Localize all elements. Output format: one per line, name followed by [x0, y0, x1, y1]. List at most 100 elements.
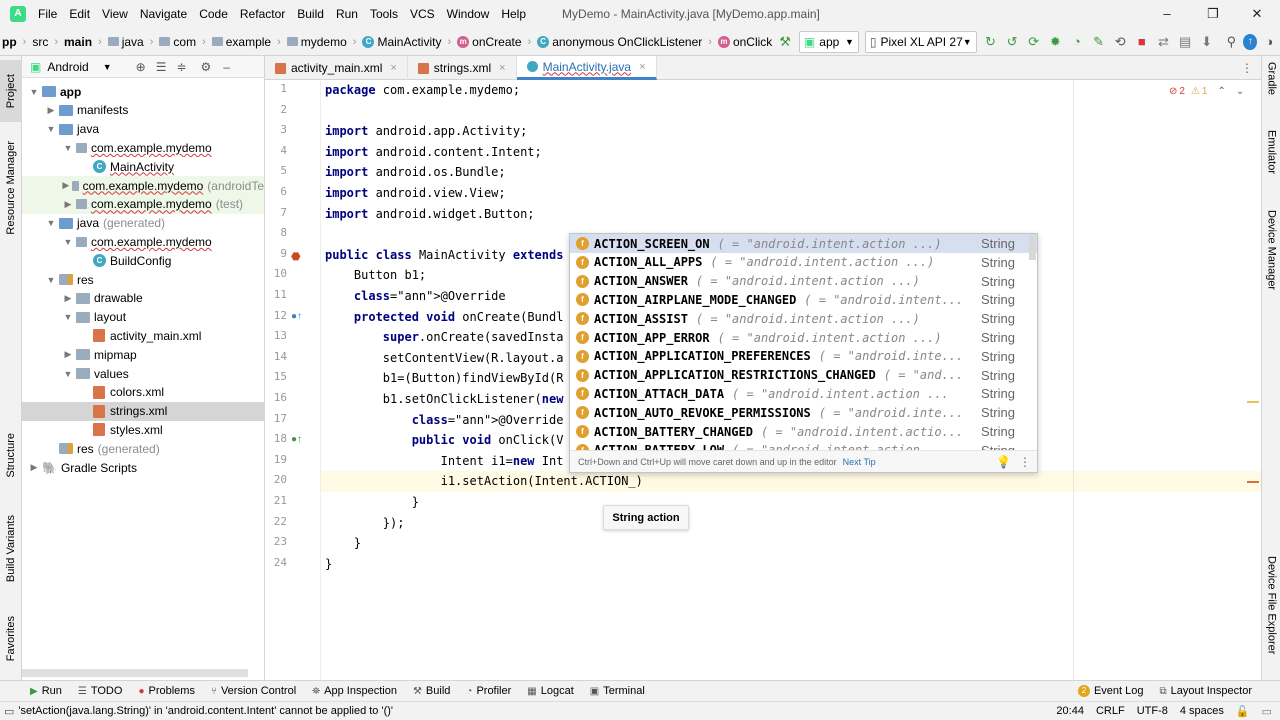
memory-icon[interactable]: ▭	[1262, 705, 1272, 718]
tree-item[interactable]: ▼ com.example.mydemo	[22, 138, 264, 157]
breadcrumb-item[interactable]: m onClick	[716, 35, 774, 49]
tool-event-log[interactable]: 2 Event Log	[1077, 685, 1144, 697]
search-icon[interactable]: ⚲	[1222, 31, 1242, 53]
tree-item[interactable]: ▼ app	[22, 82, 264, 101]
run-config-select[interactable]: ▣ app ▼	[798, 30, 859, 53]
chevron-right-icon[interactable]: ▶	[28, 462, 40, 473]
code-completion-popup[interactable]: f ACTION_SCREEN_ON( = "android.intent.act…	[569, 233, 1038, 473]
completion-scrollbar[interactable]	[1029, 234, 1036, 260]
apply-changes-icon[interactable]: ↺	[1002, 31, 1022, 53]
completion-item[interactable]: f ACTION_ANSWER ( = "android.intent.action…	[570, 272, 1037, 291]
chevron-down-icon[interactable]: ▼	[45, 124, 57, 134]
completion-item[interactable]: f ACTION_APP_ERROR ( = "android.intent.act…	[570, 328, 1037, 347]
breadcrumb-item[interactable]: pp	[0, 35, 19, 49]
chevron-down-icon[interactable]: ▼	[45, 218, 57, 228]
tab-activity-main-xml[interactable]: activity_main.xml ×	[265, 56, 408, 80]
menu-run[interactable]: Run	[330, 0, 364, 28]
tree-item[interactable]: styles.xml	[22, 420, 264, 439]
tool-device-file-explorer[interactable]: Device File Explorer	[1262, 556, 1280, 672]
tool-problems[interactable]: ● Problems	[138, 685, 195, 697]
chevron-right-icon[interactable]: ▶	[62, 199, 74, 210]
apply-code-changes-icon[interactable]: ⟳	[1024, 31, 1044, 53]
chevron-down-icon[interactable]: ▼	[62, 237, 74, 247]
gear-icon[interactable]: ⚙	[201, 60, 212, 74]
chevron-right-icon[interactable]: ▶	[45, 105, 57, 116]
breadcrumb-item[interactable]: m onCreate	[455, 35, 523, 49]
locate-icon[interactable]: ⊕	[136, 60, 146, 74]
tree-item[interactable]: ▼ java (generated)	[22, 214, 264, 233]
tree-item[interactable]: ▶ 🐘 Gradle Scripts	[22, 458, 264, 477]
menu-tools[interactable]: Tools	[364, 0, 404, 28]
menu-window[interactable]: Window	[441, 0, 496, 28]
tree-item[interactable]: ▶ drawable	[22, 289, 264, 308]
stop-icon[interactable]: ■	[1132, 31, 1152, 53]
more-tabs-icon[interactable]: ⋮	[1241, 56, 1253, 79]
menu-edit[interactable]: Edit	[63, 0, 96, 28]
hammer-icon[interactable]: ⚒	[775, 31, 795, 53]
menu-vcs[interactable]: VCS	[404, 0, 441, 28]
completion-item[interactable]: f ACTION_ALL_APPS ( = "android.intent.acti…	[570, 253, 1037, 272]
minimize-button[interactable]: –	[1144, 0, 1190, 28]
menu-help[interactable]: Help	[495, 0, 532, 28]
avd-manager-icon[interactable]: ▤	[1175, 31, 1195, 53]
tool-resource-manager[interactable]: Resource Manager	[0, 132, 22, 244]
tree-item[interactable]: ▶ com.example.mydemo (test)	[22, 194, 264, 214]
chevron-down-icon[interactable]: ▼	[103, 62, 112, 72]
device-select[interactable]: ▯ Pixel XL API 27 ▼	[864, 30, 977, 53]
breadcrumb-item[interactable]: java	[106, 35, 146, 49]
breadcrumb-item[interactable]: example	[210, 35, 273, 49]
close-icon[interactable]: ×	[639, 61, 645, 73]
completion-item[interactable]: f ACTION_APPLICATION_PREFERENCES ( = "andr…	[570, 347, 1037, 366]
tab-mainactivity-java[interactable]: MainActivity.java ×	[516, 56, 657, 80]
sync-icon[interactable]: ⇄	[1154, 31, 1174, 53]
run-with-coverage-icon[interactable]: ⟲	[1110, 31, 1130, 53]
tree-item[interactable]: C BuildConfig	[22, 251, 264, 270]
chevron-right-icon[interactable]: ▶	[62, 349, 74, 360]
chevron-up-icon[interactable]: ⌃	[1217, 86, 1225, 97]
tree-item[interactable]: res (generated)	[22, 439, 264, 458]
tool-profiler[interactable]: ◔ Profiler	[466, 685, 511, 697]
tool-build-variants[interactable]: Build Variants	[0, 504, 22, 594]
tree-item[interactable]: strings.xml	[22, 401, 264, 421]
menu-file[interactable]: File	[32, 0, 63, 28]
menu-refactor[interactable]: Refactor	[234, 0, 291, 28]
breadcrumb-item[interactable]: src	[30, 35, 50, 49]
tool-emulator[interactable]: Emulator	[1262, 130, 1280, 200]
tool-app-inspection[interactable]: ⛯ App Inspection	[312, 685, 397, 697]
tool-gradle[interactable]: Gradle	[1262, 62, 1280, 122]
breadcrumb-item[interactable]: C MainActivity	[360, 35, 443, 49]
tool-run[interactable]: ▶ Run	[30, 685, 62, 697]
chevron-down-icon[interactable]: ⌄	[1236, 86, 1244, 97]
breadcrumb-item[interactable]: Canonymous OnClickListener	[535, 35, 704, 49]
close-icon[interactable]: ×	[390, 62, 396, 74]
tab-strings-xml[interactable]: strings.xml ×	[408, 56, 517, 80]
file-encoding[interactable]: UTF-8	[1137, 705, 1168, 717]
lock-icon[interactable]: 🔓	[1236, 705, 1250, 718]
menu-code[interactable]: Code	[193, 0, 234, 28]
completion-item[interactable]: f ACTION_APPLICATION_RESTRICTIONS_CHANGED…	[570, 366, 1037, 385]
attach-debugger-icon[interactable]: ✎	[1089, 31, 1109, 53]
rerun-icon[interactable]: ↻	[981, 31, 1001, 53]
tool-favorites[interactable]: Favorites	[0, 606, 22, 672]
debug-icon[interactable]: ✹	[1046, 31, 1066, 53]
more-icon[interactable]: ⋮	[1019, 455, 1031, 469]
class-gutter-icon[interactable]: ⬣	[291, 250, 301, 263]
completion-item[interactable]: f ACTION_BATTERY_CHANGED ( = "android.inte…	[570, 422, 1037, 441]
chevron-down-icon[interactable]: ▼	[62, 369, 74, 379]
error-marker[interactable]	[1247, 481, 1259, 483]
tool-terminal[interactable]: ▣ Terminal	[590, 685, 645, 697]
warning-marker[interactable]	[1247, 401, 1259, 403]
tree-item[interactable]: ▼ com.example.mydemo	[22, 232, 264, 251]
chevron-down-icon[interactable]: ▼	[62, 143, 74, 153]
breadcrumb-item[interactable]: com	[157, 35, 198, 49]
chevron-down-icon[interactable]: ▼	[28, 87, 40, 97]
expand-all-icon[interactable]: ≑	[176, 60, 186, 74]
chevron-right-icon[interactable]: ▶	[62, 293, 74, 304]
tree-item[interactable]: ▶ mipmap	[22, 345, 264, 364]
tree-item[interactable]: activity_main.xml	[22, 326, 264, 345]
override-icon[interactable]: ●↑	[291, 311, 302, 322]
tool-project[interactable]: Project	[0, 60, 22, 122]
close-icon[interactable]: ×	[499, 62, 505, 74]
breadcrumb-item[interactable]: mydemo	[285, 35, 349, 49]
inspection-widget[interactable]: ⊘ 2 ⚠ 1 ⌃ ⌄	[1169, 86, 1244, 97]
